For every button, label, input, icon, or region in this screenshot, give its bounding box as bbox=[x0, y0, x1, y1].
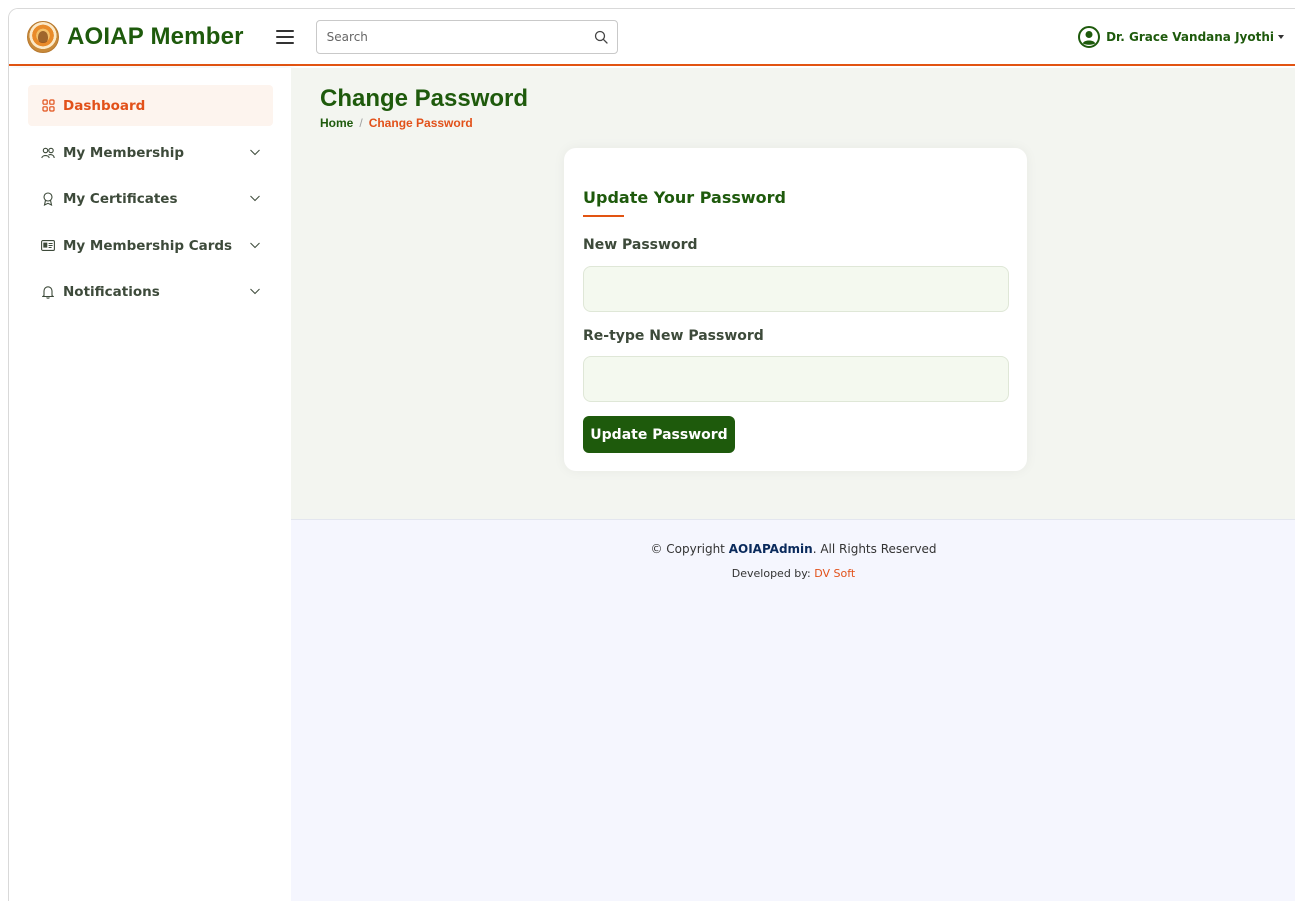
retype-password-label: Re-type New Password bbox=[583, 328, 764, 344]
menu-toggle-icon[interactable] bbox=[275, 29, 294, 44]
footer: © Copyright AOIAPAdmin. All Rights Reser… bbox=[291, 519, 1295, 901]
breadcrumb: Home / Change Password bbox=[320, 116, 473, 130]
card-title: Update Your Password bbox=[583, 188, 786, 207]
sidebar-item-my-membership-cards[interactable]: My Membership Cards bbox=[28, 225, 273, 266]
user-avatar-icon bbox=[1078, 25, 1101, 48]
breadcrumb-current: Change Password bbox=[368, 116, 473, 130]
search-box bbox=[315, 19, 618, 54]
sidebar-item-notifications[interactable]: Notifications bbox=[28, 271, 273, 312]
search-icon[interactable] bbox=[593, 29, 609, 45]
grid-icon bbox=[41, 99, 55, 113]
main-content: Change Password Home / Change Password U… bbox=[291, 68, 1295, 519]
sidebar-item-label: Dashboard bbox=[63, 97, 146, 114]
sidebar-item-label: My Certificates bbox=[63, 190, 178, 207]
app-window: AOIAP Member Dr. Grace Vandana Jyothi bbox=[8, 8, 1295, 901]
award-icon bbox=[41, 191, 55, 206]
logo-emblem-icon bbox=[27, 20, 59, 53]
sidebar-item-label: Notifications bbox=[63, 283, 160, 300]
page-title: Change Password bbox=[320, 85, 529, 112]
id-card-icon bbox=[41, 239, 55, 253]
user-menu[interactable]: Dr. Grace Vandana Jyothi bbox=[1078, 25, 1284, 48]
chevron-down-icon bbox=[250, 288, 260, 295]
title-underline bbox=[583, 215, 624, 217]
breadcrumb-separator: / bbox=[359, 116, 363, 130]
caret-down-icon bbox=[1278, 34, 1284, 39]
retype-password-input[interactable] bbox=[583, 356, 1009, 402]
sidebar-item-label: My Membership bbox=[63, 144, 185, 161]
top-header: AOIAP Member Dr. Grace Vandana Jyothi bbox=[9, 9, 1295, 66]
user-name: Dr. Grace Vandana Jyothi bbox=[1106, 29, 1274, 44]
developed-by-label: Developed by: bbox=[731, 567, 811, 580]
bell-icon bbox=[41, 285, 55, 299]
developed-by: Developed by: DV Soft bbox=[291, 567, 1295, 580]
copyright-text: © Copyright AOIAPAdmin. All Rights Reser… bbox=[291, 542, 1295, 556]
sidebar-item-label: My Membership Cards bbox=[63, 237, 233, 254]
sidebar-item-dashboard[interactable]: Dashboard bbox=[28, 85, 273, 126]
developer-link[interactable]: DV Soft bbox=[814, 567, 855, 580]
copyright-brand: AOIAPAdmin bbox=[728, 542, 813, 556]
chevron-down-icon bbox=[250, 149, 260, 156]
update-password-button[interactable]: Update Password bbox=[583, 416, 735, 453]
sidebar-item-my-membership[interactable]: My Membership bbox=[28, 132, 273, 173]
brand-logo[interactable]: AOIAP Member bbox=[27, 20, 244, 53]
search-input[interactable] bbox=[326, 29, 593, 44]
people-icon bbox=[41, 146, 55, 160]
sidebar-item-my-certificates[interactable]: My Certificates bbox=[28, 178, 273, 219]
chevron-down-icon bbox=[250, 242, 260, 249]
breadcrumb-home-link[interactable]: Home bbox=[320, 116, 353, 130]
copyright-prefix: © Copyright bbox=[650, 542, 725, 556]
chevron-down-icon bbox=[250, 195, 260, 202]
sidebar: Dashboard My Membership My Certificates … bbox=[9, 68, 291, 901]
update-password-card: Update Your Password New Password Re-typ… bbox=[564, 148, 1027, 471]
brand-title: AOIAP Member bbox=[67, 22, 244, 50]
new-password-input[interactable] bbox=[583, 266, 1009, 312]
new-password-label: New Password bbox=[583, 237, 698, 253]
copyright-suffix: . All Rights Reserved bbox=[812, 542, 937, 556]
